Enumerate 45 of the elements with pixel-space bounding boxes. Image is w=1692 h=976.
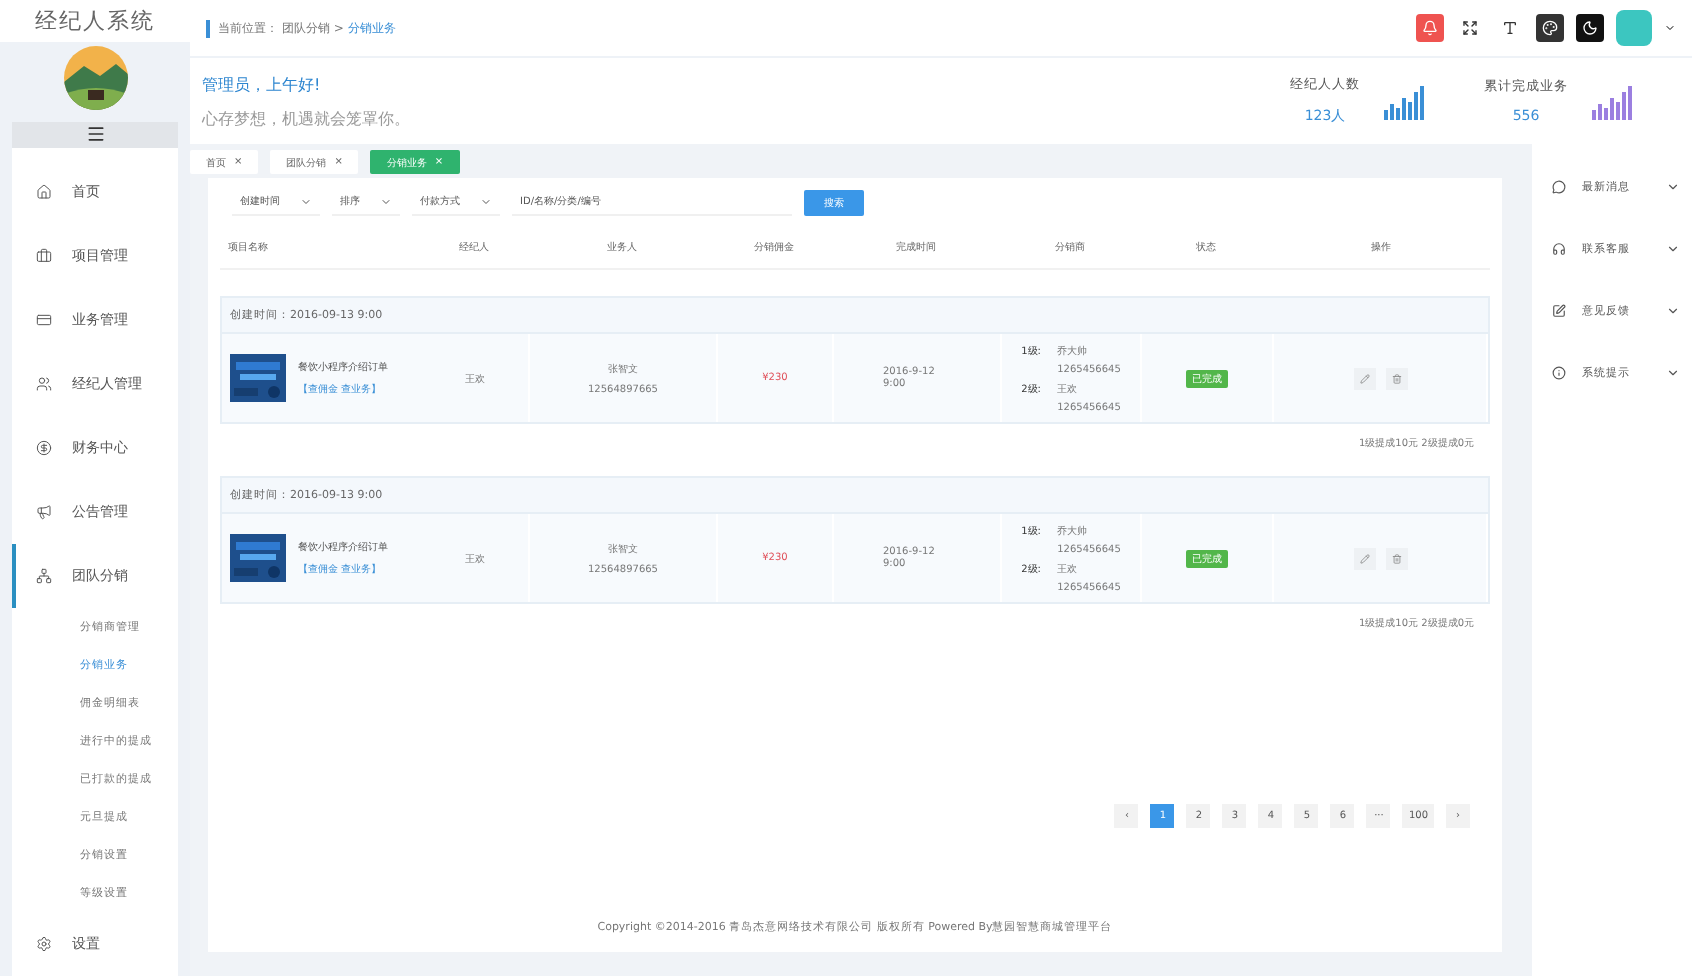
caret-icon xyxy=(1666,366,1680,380)
palette-icon xyxy=(1542,20,1558,36)
moon-button[interactable] xyxy=(1576,14,1604,42)
fullscreen-icon xyxy=(1462,20,1478,36)
caret-icon xyxy=(1666,242,1680,256)
app-logo: 经纪人系统 xyxy=(0,0,190,42)
trash-icon xyxy=(1391,373,1401,383)
menu-icon[interactable] xyxy=(85,124,105,145)
edit-icon xyxy=(1552,304,1566,318)
greeting-subtitle: 心存梦想，机遇就会笼罩你。 xyxy=(202,107,412,129)
delete-button[interactable] xyxy=(1385,367,1407,389)
edit-button[interactable] xyxy=(1353,547,1375,569)
bar-graph-icon xyxy=(1384,83,1428,119)
user-avatar[interactable] xyxy=(1616,10,1652,46)
coin-icon xyxy=(36,440,52,456)
home-icon xyxy=(36,184,52,200)
greeting-title: 管理员，上午好! xyxy=(202,73,323,95)
chevron-icon xyxy=(380,195,392,207)
trash-icon xyxy=(1391,553,1401,563)
bell-button[interactable] xyxy=(1416,14,1444,42)
users-icon xyxy=(36,376,52,392)
edit-button[interactable] xyxy=(1353,367,1375,389)
chevron-icon xyxy=(300,195,312,207)
headset-icon xyxy=(1552,242,1566,256)
chat-icon xyxy=(1552,180,1566,194)
settings-icon xyxy=(36,936,52,952)
network-icon xyxy=(36,568,52,584)
info-icon xyxy=(1552,366,1566,380)
card-icon xyxy=(36,312,52,328)
moon-icon xyxy=(1582,20,1598,36)
palette-button[interactable] xyxy=(1536,14,1564,42)
caret-icon xyxy=(1666,180,1680,194)
pencil-icon xyxy=(1359,553,1369,563)
menu-toggle[interactable] xyxy=(12,121,178,148)
chevron-icon xyxy=(480,195,492,207)
bar-graph-icon xyxy=(1592,83,1636,119)
avatar xyxy=(63,45,127,110)
delete-button[interactable] xyxy=(1385,547,1407,569)
font-size-icon xyxy=(1502,20,1518,36)
pencil-icon xyxy=(1359,373,1369,383)
caret-icon[interactable] xyxy=(1664,22,1676,34)
caret-icon xyxy=(1666,304,1680,318)
bell-icon xyxy=(1422,20,1438,36)
briefcase-icon xyxy=(36,248,52,264)
megaphone-icon xyxy=(36,504,52,520)
